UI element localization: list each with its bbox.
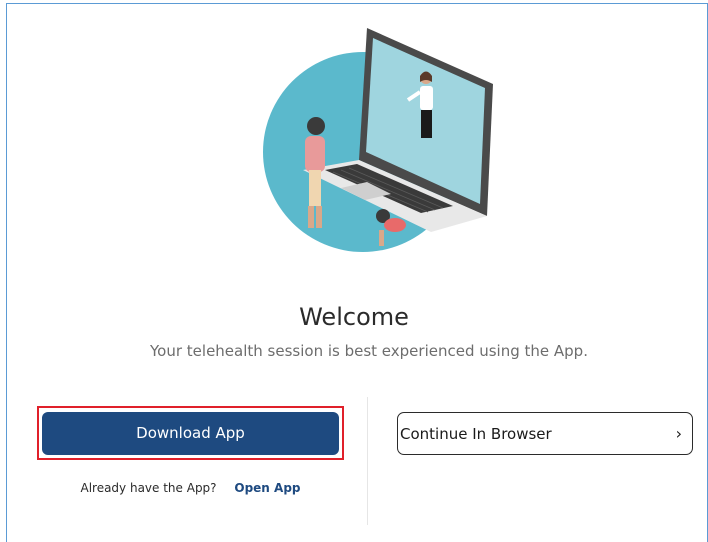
welcome-subtitle: Your telehealth session is best experien… (150, 342, 588, 360)
continue-label: Continue In Browser (400, 424, 552, 443)
telehealth-illustration (263, 28, 493, 252)
welcome-title: Welcome (299, 303, 409, 331)
open-app-link[interactable]: Open App (234, 481, 300, 495)
chevron-right-icon: › (675, 424, 682, 443)
already-have-text: Already have the App? (80, 481, 217, 495)
download-highlight-box: Download App (37, 406, 344, 460)
vertical-divider (367, 397, 368, 525)
download-app-button[interactable]: Download App (42, 411, 339, 455)
continue-in-browser-button[interactable]: Continue In Browser › (397, 412, 693, 455)
open-app-row: Already have the App? Open App (37, 481, 344, 495)
